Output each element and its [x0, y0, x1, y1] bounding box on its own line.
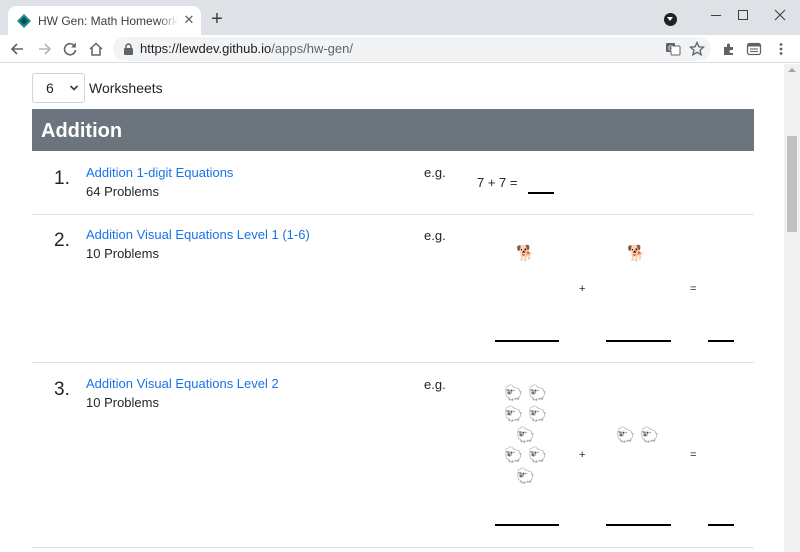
answer-blank	[606, 340, 671, 342]
example-label: e.g.	[424, 228, 446, 243]
equals-sign: =	[690, 449, 697, 461]
problem-count: 64 Problems	[86, 184, 159, 199]
reading-list-icon[interactable]	[746, 41, 762, 57]
answer-blank	[708, 524, 734, 526]
profile-menu-icon[interactable]	[664, 13, 677, 26]
problem-count: 10 Problems	[86, 246, 159, 261]
row-divider	[32, 362, 754, 363]
answer-blank	[708, 340, 734, 342]
home-icon[interactable]	[85, 38, 107, 60]
browser-tab[interactable]: HW Gen: Math Homework Gen ✕	[8, 6, 201, 35]
forward-icon[interactable]	[33, 38, 55, 60]
example-equation: 7 + 7 =	[477, 175, 518, 190]
sheep-icon: 🐑	[528, 406, 547, 423]
page-content: 6 Worksheets Addition 1. Addition 1-digi…	[0, 64, 784, 552]
worksheets-select[interactable]: 6	[32, 73, 85, 103]
equals-sign: =	[690, 283, 697, 295]
answer-blank	[495, 524, 559, 526]
sheep-icon: 🐑	[528, 385, 547, 402]
row-number: 2.	[54, 230, 70, 251]
tab-title: HW Gen: Math Homework Gen	[38, 14, 178, 28]
page-scrollbar[interactable]	[784, 64, 800, 552]
url-path: /apps/hw-gen/	[271, 41, 353, 56]
svg-text:G: G	[668, 45, 673, 53]
browser-toolbar: https://lewdev.github.io/apps/hw-gen/ G	[0, 35, 800, 63]
sheep-icon: 🐑	[504, 385, 523, 402]
worksheet-link[interactable]: Addition 1-digit Equations	[86, 165, 233, 180]
site-favicon-icon	[17, 14, 31, 28]
chevron-down-icon	[69, 85, 79, 91]
row-number: 3.	[54, 379, 70, 400]
section-header: Addition	[32, 109, 754, 151]
dog-icon: 🐕	[516, 245, 535, 262]
close-tab-icon[interactable]: ✕	[182, 13, 196, 27]
worksheet-link[interactable]: Addition Visual Equations Level 2	[86, 376, 279, 391]
tab-title-fade	[158, 10, 178, 30]
plus-sign: +	[579, 283, 586, 295]
worksheets-select-value: 6	[46, 80, 54, 96]
sheep-icon: 🐑	[616, 427, 635, 444]
row-divider	[32, 547, 754, 548]
sheep-icon: 🐑	[640, 427, 659, 444]
worksheet-link[interactable]: Addition Visual Equations Level 1 (1-6)	[86, 227, 310, 242]
answer-blank	[528, 192, 554, 194]
browser-menu-icon[interactable]	[773, 41, 789, 57]
url-text[interactable]: https://lewdev.github.io/apps/hw-gen/	[140, 41, 353, 57]
close-window-icon[interactable]	[770, 5, 790, 25]
maximize-icon[interactable]	[733, 5, 753, 25]
problem-count: 10 Problems	[86, 395, 159, 410]
scrollbar-thumb[interactable]	[787, 136, 797, 232]
url-host: https://lewdev.github.io	[140, 41, 272, 56]
back-icon[interactable]	[7, 38, 29, 60]
lock-icon[interactable]	[123, 43, 134, 55]
sheep-icon: 🐑	[504, 406, 523, 423]
example-label: e.g.	[424, 165, 446, 180]
dog-icon: 🐕	[627, 245, 646, 262]
minimize-icon[interactable]	[706, 5, 726, 25]
sheep-icon: 🐑	[516, 427, 535, 444]
row-divider	[32, 214, 754, 215]
example-label: e.g.	[424, 377, 446, 392]
sheep-icon: 🐑	[504, 447, 523, 464]
scroll-up-icon[interactable]	[788, 68, 796, 72]
answer-blank	[495, 340, 559, 342]
new-tab-icon[interactable]: +	[207, 9, 227, 29]
sheep-icon: 🐑	[516, 468, 535, 485]
worksheets-label: Worksheets	[89, 80, 163, 96]
row-number: 1.	[54, 168, 70, 189]
answer-blank	[606, 524, 671, 526]
translate-icon[interactable]: G	[665, 41, 681, 57]
sheep-icon: 🐑	[528, 447, 547, 464]
tab-strip: HW Gen: Math Homework Gen ✕ +	[0, 0, 800, 35]
section-title: Addition	[41, 120, 123, 142]
reload-icon[interactable]	[59, 38, 81, 60]
address-bar[interactable]: https://lewdev.github.io/apps/hw-gen/ G	[113, 37, 711, 61]
bookmark-star-icon[interactable]	[689, 41, 705, 57]
plus-sign: +	[579, 449, 586, 461]
extensions-icon[interactable]	[721, 41, 737, 57]
